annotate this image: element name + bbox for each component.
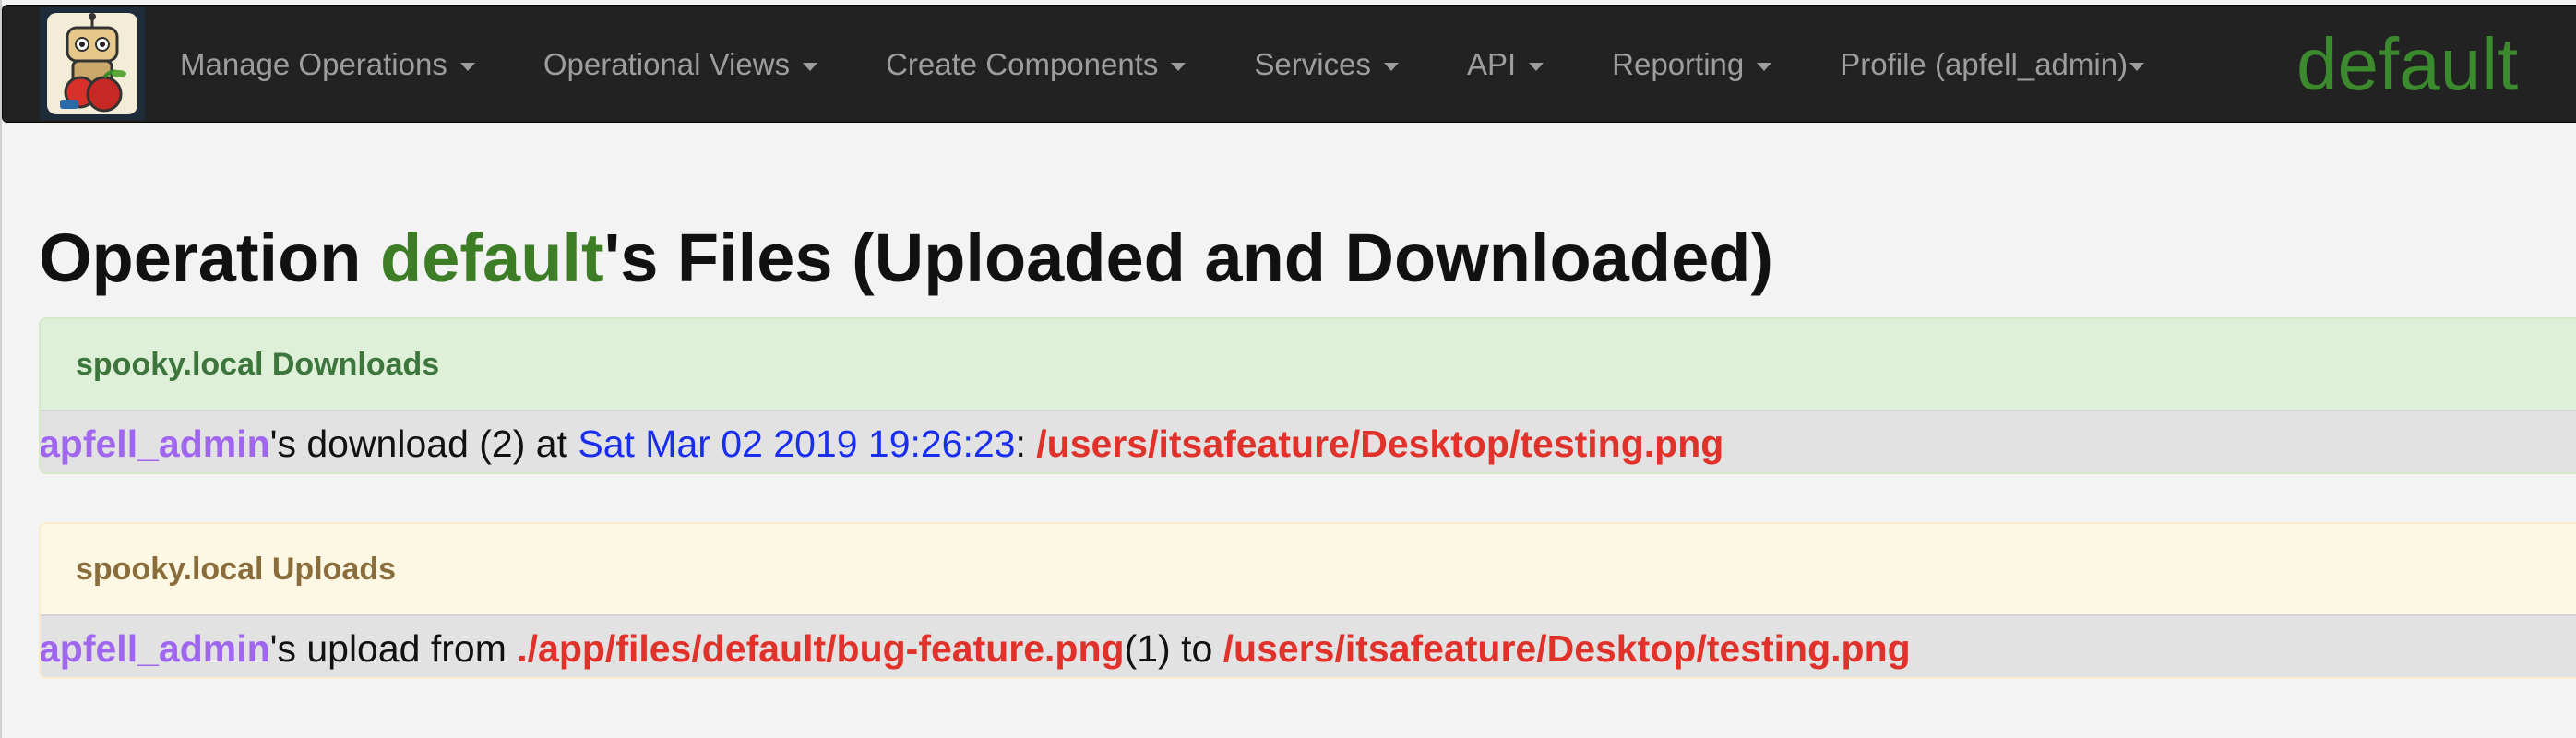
entry-text: 's download (2) at	[269, 422, 578, 465]
current-operation-indicator: default	[2296, 23, 2519, 105]
entry-source-path-link[interactable]: ./app/files/default/bug-feature.png	[517, 627, 1124, 671]
page-title: Operation default's Files (Uploaded and …	[39, 218, 1773, 299]
nav-operational-views[interactable]: Operational Views	[543, 47, 818, 82]
top-navbar: Manage Operations Operational Views Crea…	[2, 5, 2576, 123]
nav-manage-operations[interactable]: Manage Operations	[180, 47, 475, 82]
nav-menu: Manage Operations Operational Views Crea…	[180, 6, 2145, 124]
uploads-panel: spooky.local Uploads apfell_admin's uplo…	[39, 522, 2576, 679]
nav-create-components[interactable]: Create Components	[886, 47, 1187, 82]
entry-destination-path-link[interactable]: /users/itsafeature/Desktop/testing.png	[1223, 627, 1911, 671]
nav-label: Manage Operations	[180, 47, 447, 81]
caret-down-icon	[2129, 62, 2145, 71]
nav-label: Create Components	[886, 47, 1159, 81]
nav-reporting[interactable]: Reporting	[1612, 47, 1772, 82]
upload-entry: apfell_admin's upload from ./app/files/d…	[39, 614, 2576, 677]
entry-timestamp: Sat Mar 02 2019 19:26:23	[578, 422, 1016, 465]
entry-user: apfell_admin	[39, 422, 270, 465]
caret-down-icon	[1171, 62, 1187, 71]
nav-label: Profile (apfell_admin)	[1840, 47, 2129, 81]
caret-down-icon	[1529, 62, 1544, 71]
download-entry: apfell_admin's download (2) at Sat Mar 0…	[39, 410, 2576, 472]
entry-text: 's upload from	[269, 626, 518, 670]
caret-down-icon	[1383, 62, 1399, 71]
caret-down-icon	[803, 62, 818, 71]
caret-down-icon	[459, 62, 475, 71]
entry-file-path-link[interactable]: /users/itsafeature/Desktop/testing.png	[1036, 423, 1723, 466]
nav-profile[interactable]: Profile (apfell_admin)	[1840, 47, 2145, 82]
nav-services[interactable]: Services	[1254, 47, 1399, 82]
page-frame: Manage Operations Operational Views Crea…	[0, 0, 2576, 738]
uploads-panel-heading: spooky.local Uploads	[76, 551, 397, 587]
entry-text: :	[1015, 422, 1037, 465]
title-prefix: Operation	[39, 220, 381, 296]
apfell-logo-icon[interactable]	[40, 7, 145, 120]
nav-label: Reporting	[1612, 47, 1745, 81]
nav-label: API	[1466, 47, 1517, 81]
nav-api[interactable]: API	[1467, 47, 1544, 82]
downloads-panel: spooky.local Downloads apfell_admin's do…	[39, 317, 2576, 474]
nav-label: Services	[1254, 47, 1371, 81]
entry-text: (1) to	[1124, 626, 1223, 670]
title-operation-name: default	[380, 220, 604, 296]
downloads-panel-heading: spooky.local Downloads	[76, 346, 440, 382]
nav-label: Operational Views	[543, 47, 791, 81]
caret-down-icon	[1757, 62, 1772, 71]
entry-user: apfell_admin	[39, 626, 270, 670]
title-suffix: 's Files (Uploaded and Downloaded)	[603, 220, 1774, 296]
